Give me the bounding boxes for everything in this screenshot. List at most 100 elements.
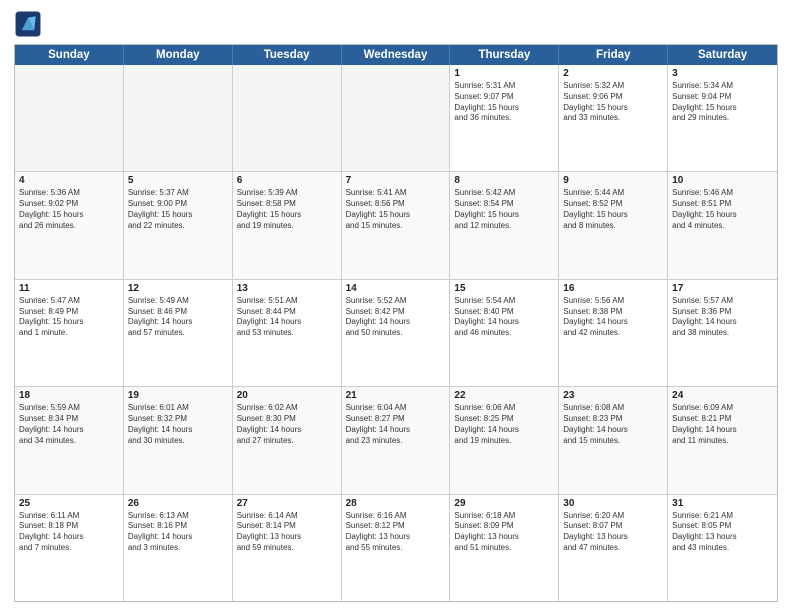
- cal-cell-14: 14Sunrise: 5:52 AM Sunset: 8:42 PM Dayli…: [342, 280, 451, 386]
- cell-text-16: Sunrise: 5:56 AM Sunset: 8:38 PM Dayligh…: [563, 296, 663, 339]
- cal-cell-18: 18Sunrise: 5:59 AM Sunset: 8:34 PM Dayli…: [15, 387, 124, 493]
- cal-cell-1: 1Sunrise: 5:31 AM Sunset: 9:07 PM Daylig…: [450, 65, 559, 171]
- cell-text-3: Sunrise: 5:34 AM Sunset: 9:04 PM Dayligh…: [672, 81, 773, 124]
- day-number-31: 31: [672, 498, 773, 509]
- day-number-21: 21: [346, 390, 446, 401]
- cal-row-3: 18Sunrise: 5:59 AM Sunset: 8:34 PM Dayli…: [15, 387, 777, 494]
- day-number-5: 5: [128, 175, 228, 186]
- cal-cell-13: 13 Sunrise: 5:51 AM Sunset: 8:44 PM Dayli…: [233, 280, 342, 386]
- cal-row-4: 25 Sunrise: 6:11 AM Sunset: 8:18 PM Dayli…: [15, 495, 777, 601]
- cal-cell-24: 24 Sunrise: 6:09 AM Sunset: 8:21 PM Dayli…: [668, 387, 777, 493]
- day-number-11: 11: [19, 283, 119, 294]
- logo: [14, 10, 46, 38]
- cal-cell-27: 27Sunrise: 6:14 AM Sunset: 8:14 PM Dayli…: [233, 495, 342, 601]
- cell-text-11: Sunrise: 5:47 AM Sunset: 8:49 PM Dayligh…: [19, 296, 119, 339]
- cal-cell-25: 25 Sunrise: 6:11 AM Sunset: 8:18 PM Dayli…: [15, 495, 124, 601]
- day-number-25: 25: [19, 498, 119, 509]
- cal-header-wednesday: Wednesday: [342, 45, 451, 65]
- cell-text-5: Sunrise: 5:37 AM Sunset: 9:00 PM Dayligh…: [128, 188, 228, 231]
- cal-cell-28: 28 Sunrise: 6:16 AM Sunset: 8:12 PM Dayli…: [342, 495, 451, 601]
- cell-text-8: Sunrise: 5:42 AM Sunset: 8:54 PM Dayligh…: [454, 188, 554, 231]
- cal-header-thursday: Thursday: [450, 45, 559, 65]
- cal-header-monday: Monday: [124, 45, 233, 65]
- cal-cell-21: 21 Sunrise: 6:04 AM Sunset: 8:27 PM Dayli…: [342, 387, 451, 493]
- day-number-27: 27: [237, 498, 337, 509]
- cal-cell-empty-0: [15, 65, 124, 171]
- day-number-4: 4: [19, 175, 119, 186]
- cell-text-17: Sunrise: 5:57 AM Sunset: 8:36 PM Dayligh…: [672, 296, 773, 339]
- cal-cell-empty-1: [124, 65, 233, 171]
- cell-text-24: Sunrise: 6:09 AM Sunset: 8:21 PM Dayligh…: [672, 403, 773, 446]
- cell-text-12: Sunrise: 5:49 AM Sunset: 8:46 PM Dayligh…: [128, 296, 228, 339]
- cal-cell-20: 20 Sunrise: 6:02 AM Sunset: 8:30 PM Dayli…: [233, 387, 342, 493]
- cal-cell-empty-3: [342, 65, 451, 171]
- cell-text-13: Sunrise: 5:51 AM Sunset: 8:44 PM Dayligh…: [237, 296, 337, 339]
- cal-cell-12: 12 Sunrise: 5:49 AM Sunset: 8:46 PM Dayli…: [124, 280, 233, 386]
- day-number-15: 15: [454, 283, 554, 294]
- day-number-29: 29: [454, 498, 554, 509]
- cal-cell-empty-2: [233, 65, 342, 171]
- cell-text-6: Sunrise: 5:39 AM Sunset: 8:58 PM Dayligh…: [237, 188, 337, 231]
- cell-text-28: Sunrise: 6:16 AM Sunset: 8:12 PM Dayligh…: [346, 511, 446, 554]
- cal-cell-30: 30 Sunrise: 6:20 AM Sunset: 8:07 PM Dayli…: [559, 495, 668, 601]
- day-number-20: 20: [237, 390, 337, 401]
- calendar-header-row: SundayMondayTuesdayWednesdayThursdayFrid…: [15, 45, 777, 65]
- day-number-12: 12: [128, 283, 228, 294]
- day-number-19: 19: [128, 390, 228, 401]
- cell-text-14: Sunrise: 5:52 AM Sunset: 8:42 PM Dayligh…: [346, 296, 446, 339]
- cal-cell-9: 9 Sunrise: 5:44 AM Sunset: 8:52 PM Daylig…: [559, 172, 668, 278]
- cell-text-9: Sunrise: 5:44 AM Sunset: 8:52 PM Dayligh…: [563, 188, 663, 231]
- cell-text-18: Sunrise: 5:59 AM Sunset: 8:34 PM Dayligh…: [19, 403, 119, 446]
- cal-row-1: 4 Sunrise: 5:36 AM Sunset: 9:02 PM Daylig…: [15, 172, 777, 279]
- cell-text-23: Sunrise: 6:08 AM Sunset: 8:23 PM Dayligh…: [563, 403, 663, 446]
- cal-cell-26: 26Sunrise: 6:13 AM Sunset: 8:16 PM Dayli…: [124, 495, 233, 601]
- day-number-10: 10: [672, 175, 773, 186]
- cell-text-7: Sunrise: 5:41 AM Sunset: 8:56 PM Dayligh…: [346, 188, 446, 231]
- day-number-3: 3: [672, 68, 773, 79]
- cal-cell-5: 5 Sunrise: 5:37 AM Sunset: 9:00 PM Daylig…: [124, 172, 233, 278]
- day-number-9: 9: [563, 175, 663, 186]
- cell-text-19: Sunrise: 6:01 AM Sunset: 8:32 PM Dayligh…: [128, 403, 228, 446]
- calendar: SundayMondayTuesdayWednesdayThursdayFrid…: [14, 44, 778, 602]
- logo-icon: [14, 10, 42, 38]
- cell-text-20: Sunrise: 6:02 AM Sunset: 8:30 PM Dayligh…: [237, 403, 337, 446]
- header: [14, 10, 778, 38]
- cell-text-4: Sunrise: 5:36 AM Sunset: 9:02 PM Dayligh…: [19, 188, 119, 231]
- cal-cell-23: 23 Sunrise: 6:08 AM Sunset: 8:23 PM Dayli…: [559, 387, 668, 493]
- cell-text-25: Sunrise: 6:11 AM Sunset: 8:18 PM Dayligh…: [19, 511, 119, 554]
- cell-text-21: Sunrise: 6:04 AM Sunset: 8:27 PM Dayligh…: [346, 403, 446, 446]
- day-number-30: 30: [563, 498, 663, 509]
- cell-text-30: Sunrise: 6:20 AM Sunset: 8:07 PM Dayligh…: [563, 511, 663, 554]
- day-number-17: 17: [672, 283, 773, 294]
- day-number-13: 13: [237, 283, 337, 294]
- cal-cell-31: 31Sunrise: 6:21 AM Sunset: 8:05 PM Dayli…: [668, 495, 777, 601]
- cell-text-26: Sunrise: 6:13 AM Sunset: 8:16 PM Dayligh…: [128, 511, 228, 554]
- cal-cell-3: 3 Sunrise: 5:34 AM Sunset: 9:04 PM Daylig…: [668, 65, 777, 171]
- cal-cell-11: 11 Sunrise: 5:47 AM Sunset: 8:49 PM Dayli…: [15, 280, 124, 386]
- page: SundayMondayTuesdayWednesdayThursdayFrid…: [0, 0, 792, 612]
- cell-text-15: Sunrise: 5:54 AM Sunset: 8:40 PM Dayligh…: [454, 296, 554, 339]
- cal-cell-22: 22Sunrise: 6:06 AM Sunset: 8:25 PM Dayli…: [450, 387, 559, 493]
- cal-cell-4: 4 Sunrise: 5:36 AM Sunset: 9:02 PM Daylig…: [15, 172, 124, 278]
- cal-cell-15: 15 Sunrise: 5:54 AM Sunset: 8:40 PM Dayli…: [450, 280, 559, 386]
- cal-cell-6: 6Sunrise: 5:39 AM Sunset: 8:58 PM Daylig…: [233, 172, 342, 278]
- cal-header-saturday: Saturday: [668, 45, 777, 65]
- day-number-28: 28: [346, 498, 446, 509]
- cal-header-friday: Friday: [559, 45, 668, 65]
- day-number-2: 2: [563, 68, 663, 79]
- cal-cell-16: 16Sunrise: 5:56 AM Sunset: 8:38 PM Dayli…: [559, 280, 668, 386]
- cal-cell-8: 8 Sunrise: 5:42 AM Sunset: 8:54 PM Daylig…: [450, 172, 559, 278]
- cal-cell-17: 17 Sunrise: 5:57 AM Sunset: 8:36 PM Dayli…: [668, 280, 777, 386]
- day-number-8: 8: [454, 175, 554, 186]
- cal-cell-2: 2 Sunrise: 5:32 AM Sunset: 9:06 PM Daylig…: [559, 65, 668, 171]
- day-number-7: 7: [346, 175, 446, 186]
- day-number-22: 22: [454, 390, 554, 401]
- calendar-body: 1Sunrise: 5:31 AM Sunset: 9:07 PM Daylig…: [15, 65, 777, 601]
- cell-text-1: Sunrise: 5:31 AM Sunset: 9:07 PM Dayligh…: [454, 81, 554, 124]
- cell-text-10: Sunrise: 5:46 AM Sunset: 8:51 PM Dayligh…: [672, 188, 773, 231]
- day-number-24: 24: [672, 390, 773, 401]
- cal-cell-7: 7 Sunrise: 5:41 AM Sunset: 8:56 PM Daylig…: [342, 172, 451, 278]
- day-number-23: 23: [563, 390, 663, 401]
- cal-header-tuesday: Tuesday: [233, 45, 342, 65]
- cell-text-2: Sunrise: 5:32 AM Sunset: 9:06 PM Dayligh…: [563, 81, 663, 124]
